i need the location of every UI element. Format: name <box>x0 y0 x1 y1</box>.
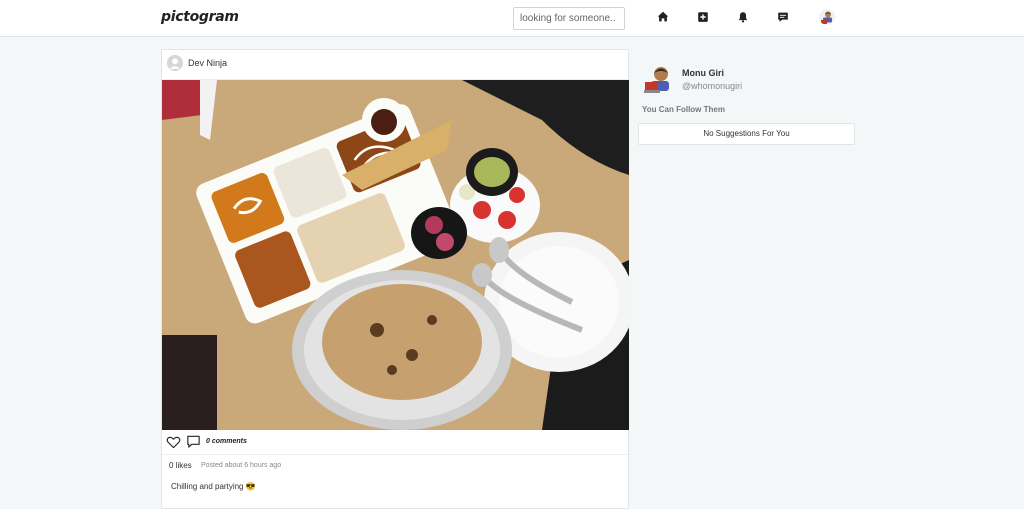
likes-count: 0 likes <box>169 461 192 470</box>
post-author-avatar[interactable] <box>167 55 183 71</box>
post-header: Dev Ninja <box>162 50 628 80</box>
profile-handle: @whomonugiri <box>682 81 743 91</box>
post-author-name[interactable]: Dev Ninja <box>188 58 227 68</box>
add-post-icon[interactable] <box>696 10 710 24</box>
follow-suggestions-heading: You Can Follow Them <box>642 105 725 114</box>
post-actions: 0 comments <box>162 430 628 455</box>
comments-count-link[interactable]: 0 comments <box>206 438 247 445</box>
profile-name[interactable]: Monu Giri <box>682 68 724 78</box>
profile-avatar[interactable] <box>642 64 674 94</box>
top-navbar: pictogram <box>0 0 1024 37</box>
search-input[interactable] <box>513 7 625 30</box>
bell-icon[interactable] <box>736 10 750 24</box>
app-logo[interactable]: pictogram <box>161 9 239 25</box>
messages-icon[interactable] <box>776 10 790 24</box>
user-avatar[interactable] <box>819 9 835 25</box>
post-card: Dev Ninja 0 comments 0 likes Posted abou… <box>161 49 629 509</box>
suggestions-empty-box: No Suggestions For You <box>638 123 855 145</box>
heart-icon[interactable] <box>166 435 181 449</box>
post-image <box>162 80 629 430</box>
post-caption: Chilling and partying 😎 <box>171 482 256 491</box>
comment-icon[interactable] <box>186 434 201 449</box>
post-timestamp: Posted about 6 hours ago <box>201 462 282 469</box>
home-icon[interactable] <box>656 10 670 24</box>
